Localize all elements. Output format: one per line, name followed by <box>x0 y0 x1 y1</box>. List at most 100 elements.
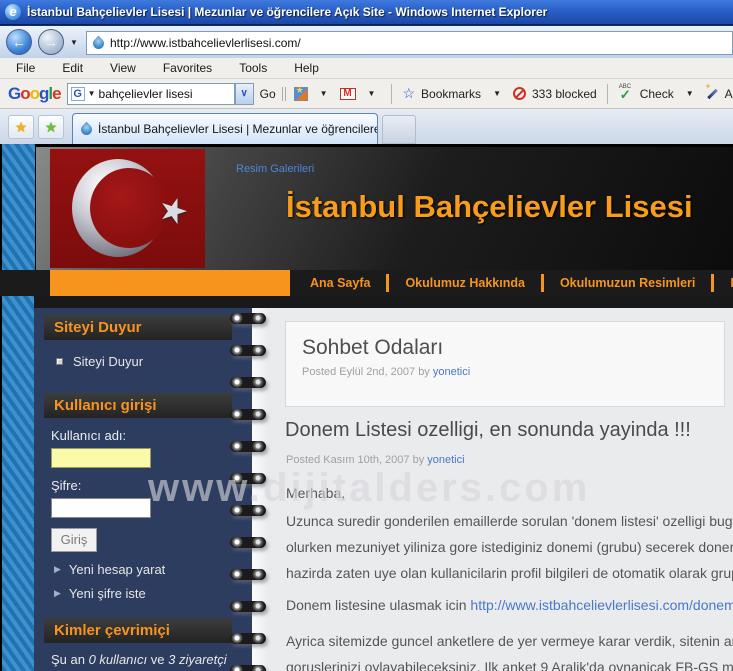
menu-tools[interactable]: Tools <box>239 61 267 75</box>
menu-edit[interactable]: Edit <box>62 61 83 75</box>
term-list-link[interactable]: http://www.istbahcelievlerlisesi.com/don… <box>470 597 733 613</box>
nav-orange-block <box>50 270 290 296</box>
favorites-star-icon[interactable]: ★ <box>8 115 34 139</box>
paragraph-line: Ayrica sitemizde guncel anketlere de yer… <box>286 633 733 649</box>
search-options-caret-icon[interactable]: ▼ <box>88 89 96 98</box>
post-card: Sohbet Odaları Posted Eylül 2nd, 2007 by… <box>285 321 725 407</box>
turkish-flag-image: ★ <box>50 149 205 268</box>
title-bar: e İstanbul Bahçelievler Lisesi | Mezunla… <box>0 0 733 25</box>
ie-logo-icon: e <box>5 4 21 20</box>
spiral-ring-icon <box>230 537 266 548</box>
google-logo-letter: o <box>20 83 30 103</box>
google-logo-letter: G <box>8 83 21 103</box>
paragraph-line: Uzunca suredir gonderilen emaillerde sor… <box>286 513 733 529</box>
add-favorite-icon[interactable]: ★ <box>38 115 64 139</box>
toolbar-separator <box>606 83 608 104</box>
nav-about[interactable]: Okulumuz Hakkında <box>389 276 540 290</box>
go-button[interactable]: Go <box>260 87 276 101</box>
forward-button[interactable]: → <box>38 29 64 55</box>
history-dropdown-icon[interactable]: ▼ <box>70 38 78 47</box>
search-dropdown-button[interactable]: ∨ <box>234 82 254 105</box>
send-to-caret-icon[interactable]: ▼ <box>320 89 328 98</box>
post1-author-link[interactable]: yonetici <box>433 366 470 378</box>
menu-file[interactable]: File <box>16 61 35 75</box>
term-list-line: Donem listesine ulasmak icin http://www.… <box>286 592 733 618</box>
back-button[interactable]: ← <box>6 29 32 55</box>
site-title: İstanbul Bahçelievler Lisesi <box>286 189 693 224</box>
online-guests-count: 3 ziyaretçi <box>168 652 227 667</box>
autolink-wand-icon[interactable] <box>705 82 719 100</box>
bookmarks-button[interactable]: Bookmarks <box>421 87 481 101</box>
new-password-row[interactable]: ▶ Yeni şifre iste <box>54 586 146 601</box>
check-caret-icon[interactable]: ▼ <box>686 89 694 98</box>
toolbar-separator <box>391 83 393 104</box>
bookmarks-star-icon[interactable]: ☆ <box>402 85 415 102</box>
spiral-ring-icon <box>230 409 266 420</box>
online-prefix: Şu an <box>51 652 89 667</box>
gmail-caret-icon[interactable]: ▼ <box>368 89 376 98</box>
menu-help[interactable]: Help <box>294 61 319 75</box>
spiral-ring-icon <box>230 665 266 671</box>
post1-posted-line: Posted Eylül 2nd, 2007 by yonetici <box>302 366 724 378</box>
sidebar-item-announce[interactable]: Siteyi Duyur <box>56 354 143 369</box>
spiral-ring-icon <box>230 601 266 612</box>
site-nav-bar: Ana Sayfa Okulumuz Hakkında Okulumuzun R… <box>0 270 733 296</box>
arrow-bullet-icon: ▶ <box>54 588 61 598</box>
menu-bar: File Edit View Favorites Tools Help <box>0 58 733 79</box>
paragraph-line: olurken mezuniyet yiliniza gore istedigi… <box>286 539 733 555</box>
menu-favorites[interactable]: Favorites <box>163 61 212 75</box>
active-tab[interactable]: İstanbul Bahçelievler Lisesi | Mezunlar … <box>72 113 378 144</box>
paragraph-line: goruslerinizi oylayabileceksiniz. Ilk an… <box>286 659 733 671</box>
check-button[interactable]: Check <box>640 87 674 101</box>
url-text[interactable]: http://www.istbahcelievlerlisesi.com/ <box>110 36 301 50</box>
google-logo-letter: e <box>52 83 62 103</box>
sidebar-header-announce: Siteyi Duyur <box>44 315 232 340</box>
post1-posted-text: Posted Eylül 2nd, 2007 by <box>302 366 433 378</box>
new-password-link[interactable]: Yeni şifre iste <box>69 586 146 601</box>
nav-pictures[interactable]: Okulumuzun Resimleri <box>544 276 711 290</box>
gallery-link[interactable]: Resim Galerileri <box>236 163 314 175</box>
username-label: Kullanıcı adı: <box>51 428 127 443</box>
username-field[interactable] <box>51 448 151 468</box>
new-account-row[interactable]: ▶ Yeni hesap yarat <box>54 562 165 577</box>
bookmarks-caret-icon[interactable]: ▼ <box>493 89 501 98</box>
popup-blocker-icon[interactable] <box>512 87 526 100</box>
nav-home[interactable]: Ana Sayfa <box>294 276 386 290</box>
spiral-ring-icon <box>230 633 266 644</box>
window-title: İstanbul Bahçelievler Lisesi | Mezunlar … <box>27 5 548 19</box>
address-bar[interactable]: http://www.istbahcelievlerlisesi.com/ <box>86 31 733 55</box>
new-account-link[interactable]: Yeni hesap yarat <box>69 562 165 577</box>
paragraph-line: hazirda zaten uye olan kullanicilarin pr… <box>286 565 733 581</box>
announce-link[interactable]: Siteyi Duyur <box>73 354 143 369</box>
login-button[interactable]: Giriş <box>51 528 97 552</box>
password-field[interactable] <box>51 498 151 518</box>
autolink-button[interactable]: AutoLink <box>725 87 733 101</box>
term-list-prefix: Donem listesine ulasmak icin <box>286 597 471 613</box>
navigation-toolbar: ← → ▼ http://www.istbahcelievlerlisesi.c… <box>0 25 733 58</box>
google-logo-letter: g <box>39 83 49 103</box>
page-side-stripe <box>2 144 35 671</box>
tab-title[interactable]: İstanbul Bahçelievler Lisesi | Mezunlar … <box>98 122 377 136</box>
online-users-count: 0 kullanıcı <box>88 652 148 667</box>
nav-terms[interactable]: Dönemler <box>714 276 733 290</box>
browser-window: e İstanbul Bahçelievler Lisesi | Mezunla… <box>0 0 733 671</box>
google-g-icon: G <box>70 86 85 101</box>
google-search-input[interactable]: G ▼ bahçelievler lisesi <box>66 82 235 105</box>
site-favicon-icon <box>90 35 107 51</box>
new-tab-button[interactable] <box>382 115 416 144</box>
password-label: Şifre: <box>51 478 82 493</box>
popup-blocked-count[interactable]: 333 blocked <box>532 87 597 101</box>
send-to-icon[interactable] <box>293 85 308 101</box>
search-query-text[interactable]: bahçelievler lisesi <box>99 87 193 101</box>
gmail-icon[interactable] <box>339 87 356 100</box>
post2-author-link[interactable]: yonetici <box>427 454 464 466</box>
sidebar-header-login: Kullanıcı girişi <box>44 393 232 418</box>
post1-title: Sohbet Odaları <box>302 336 444 359</box>
google-toolbar: Google G ▼ bahçelievler lisesi ∨ Go ▼ ▼ … <box>0 79 733 109</box>
google-logo-letter: o <box>29 83 40 103</box>
toolbar-grip[interactable] <box>281 86 288 101</box>
spellcheck-icon[interactable] <box>618 84 634 103</box>
menu-view[interactable]: View <box>110 61 136 75</box>
spiral-ring-icon <box>230 377 266 388</box>
spiral-ring-icon <box>230 441 266 452</box>
